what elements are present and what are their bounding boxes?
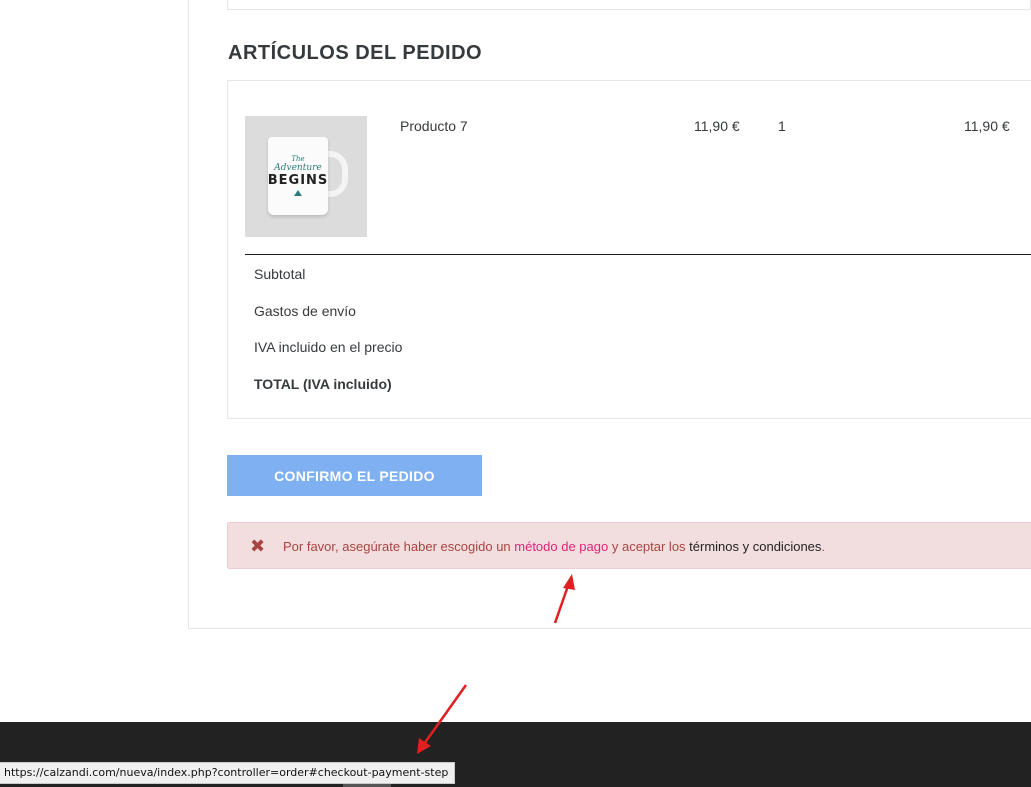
mountain-icon — [294, 190, 302, 196]
mug-text-line2: Adventure — [274, 163, 322, 173]
product-image[interactable]: The Adventure BEGINS — [245, 116, 367, 237]
error-alert: ✖ Por favor, asegúrate haber escogido un… — [227, 522, 1031, 569]
mug-text-line1: The — [291, 155, 305, 163]
terms-link[interactable]: términos y condiciones — [689, 539, 821, 554]
alert-text-before: Por favor, asegúrate haber escogido un — [283, 539, 515, 554]
totals-divider — [245, 254, 1031, 255]
mug-text-line3: BEGINS — [267, 173, 329, 188]
product-unit-price: 11,90 € — [694, 118, 740, 134]
subtotal-label: Subtotal — [254, 266, 306, 282]
alert-text-after: . — [821, 539, 826, 554]
product-line-total: 11,90 € — [964, 118, 1010, 134]
total-label: TOTAL (IVA incluido) — [254, 376, 392, 392]
confirm-order-button[interactable]: CONFIRMO EL PEDIDO — [227, 455, 482, 496]
status-bar-url: https://calzandi.com/nueva/index.php?con… — [0, 762, 456, 784]
order-items-title: ARTÍCULOS DEL PEDIDO — [228, 42, 483, 64]
payment-method-link[interactable]: método de pago — [514, 539, 608, 554]
mug-illustration: The Adventure BEGINS — [267, 136, 348, 217]
shipping-label: Gastos de envío — [254, 303, 356, 319]
tax-label: IVA incluido en el precio — [254, 339, 403, 355]
product-name[interactable]: Producto 7 — [400, 118, 468, 134]
mug-body: The Adventure BEGINS — [267, 136, 329, 215]
product-quantity: 1 — [778, 118, 786, 134]
previous-section-box — [227, 0, 1031, 10]
close-x-icon: ✖ — [250, 536, 266, 556]
alert-text-middle: y aceptar los — [608, 539, 690, 554]
alert-message: Por favor, asegúrate haber escogido un m… — [283, 539, 825, 554]
